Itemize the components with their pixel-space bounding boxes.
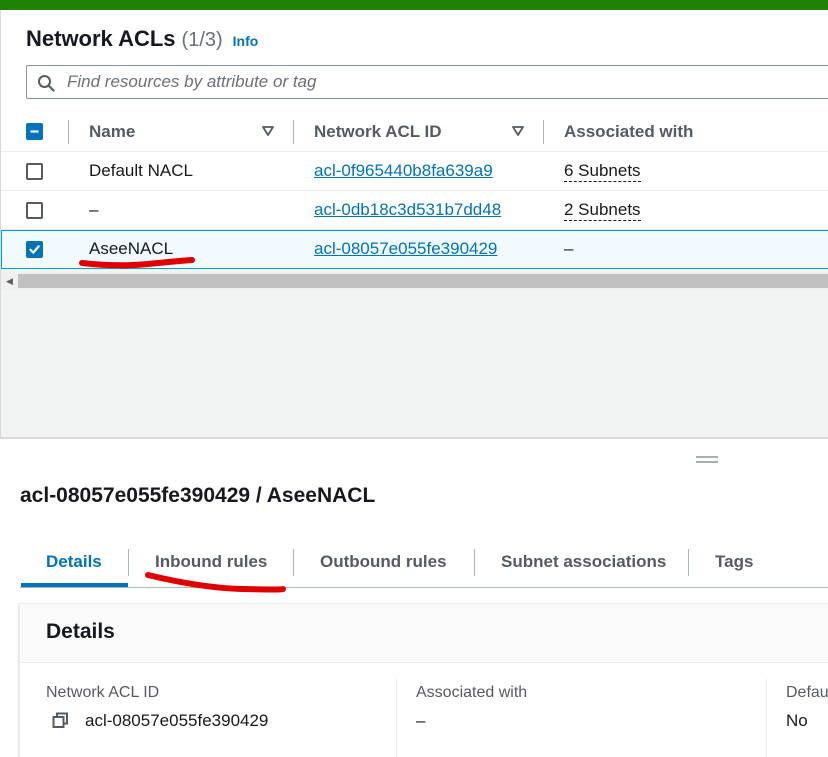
row-checkbox[interactable]: [26, 202, 43, 219]
column-divider[interactable]: [293, 120, 294, 144]
row-acl-id-link[interactable]: acl-08057e055fe390429: [314, 239, 497, 259]
page-title: Network ACLs: [26, 26, 176, 51]
split-panel-divider: [0, 437, 828, 439]
search-input[interactable]: [67, 70, 827, 94]
details-card: Details Network ACL ID acl-08057e055fe39…: [19, 603, 828, 757]
tab-inbound-rules[interactable]: Inbound rules: [155, 552, 267, 572]
horizontal-scrollbar[interactable]: ◀: [1, 272, 828, 290]
field-value-acl-id: acl-08057e055fe390429: [85, 711, 269, 730]
details-card-title: Details: [46, 620, 115, 643]
row-acl-id-link[interactable]: acl-0f965440b8fa639a9: [314, 161, 493, 181]
details-card-header: Details: [20, 604, 828, 663]
top-status-bar: [0, 0, 828, 10]
active-tab-indicator: [21, 583, 128, 587]
column-divider[interactable]: [543, 120, 544, 144]
copy-icon[interactable]: [52, 712, 69, 729]
field-value-default: No: [786, 711, 808, 730]
field-label-associated-with: Associated with: [416, 684, 528, 701]
tab-divider: [293, 549, 294, 576]
row-checkbox[interactable]: [26, 241, 43, 258]
field-value-associated-with: –: [416, 711, 426, 730]
acl-table: Name Network ACL ID Associated with Defa…: [1, 112, 828, 269]
row-associated-subnets: –: [564, 239, 574, 258]
table-row[interactable]: – acl-0db18c3d531b7dd48 2 Subnets: [1, 191, 828, 230]
scroll-left-icon[interactable]: ◀: [6, 276, 13, 287]
tab-divider: [128, 549, 129, 576]
select-all-checkbox[interactable]: [26, 123, 43, 140]
tab-tags[interactable]: Tags: [715, 552, 753, 572]
column-header-associated-with[interactable]: Associated with: [564, 122, 693, 142]
search-bar[interactable]: [26, 65, 828, 99]
checkmark-icon: [29, 245, 40, 254]
row-name: Default NACL: [89, 161, 193, 180]
tab-divider: [474, 549, 475, 576]
info-link[interactable]: Info: [233, 33, 259, 49]
indeterminate-icon: [30, 130, 39, 133]
field-label-acl-id: Network ACL ID: [46, 684, 160, 701]
row-associated-subnets[interactable]: 6 Subnets: [564, 161, 641, 182]
table-row-selected[interactable]: AseeNACL acl-08057e055fe390429 –: [1, 230, 828, 269]
column-divider: [396, 679, 397, 757]
tab-outbound-rules[interactable]: Outbound rules: [320, 552, 447, 572]
column-divider: [68, 120, 69, 144]
column-header-acl-id[interactable]: Network ACL ID: [314, 122, 442, 142]
scrollbar-thumb[interactable]: [18, 274, 828, 288]
page-title-row: Network ACLs (1/3) Info: [26, 26, 258, 52]
sort-down-icon[interactable]: [512, 126, 524, 136]
table-row[interactable]: Default NACL acl-0f965440b8fa639a9 6 Sub…: [1, 152, 828, 191]
tab-details[interactable]: Details: [46, 552, 102, 572]
search-icon: [38, 75, 55, 92]
column-divider: [766, 679, 767, 757]
tab-divider: [688, 549, 689, 576]
detail-title: acl-08057e055fe390429 / AseeNACL: [20, 484, 376, 507]
row-name: AseeNACL: [89, 239, 174, 258]
selection-count: (1/3): [181, 29, 223, 51]
row-checkbox[interactable]: [26, 163, 43, 180]
row-associated-subnets[interactable]: 2 Subnets: [564, 200, 641, 221]
sort-down-icon[interactable]: [262, 126, 274, 136]
network-acls-panel: Network ACLs (1/3) Info Name Network ACL…: [0, 10, 828, 438]
detail-tabs: Details Inbound rules Outbound rules Sub…: [20, 540, 828, 588]
field-label-default: Defau: [786, 684, 828, 701]
tab-subnet-associations[interactable]: Subnet associations: [501, 552, 666, 572]
row-name: –: [89, 200, 99, 219]
resize-handle-icon[interactable]: [695, 455, 719, 464]
row-acl-id-link[interactable]: acl-0db18c3d531b7dd48: [314, 200, 501, 220]
panel-header: Network ACLs (1/3) Info: [1, 10, 828, 112]
table-header: Name Network ACL ID Associated with: [1, 112, 828, 152]
column-header-name[interactable]: Name: [89, 122, 135, 142]
